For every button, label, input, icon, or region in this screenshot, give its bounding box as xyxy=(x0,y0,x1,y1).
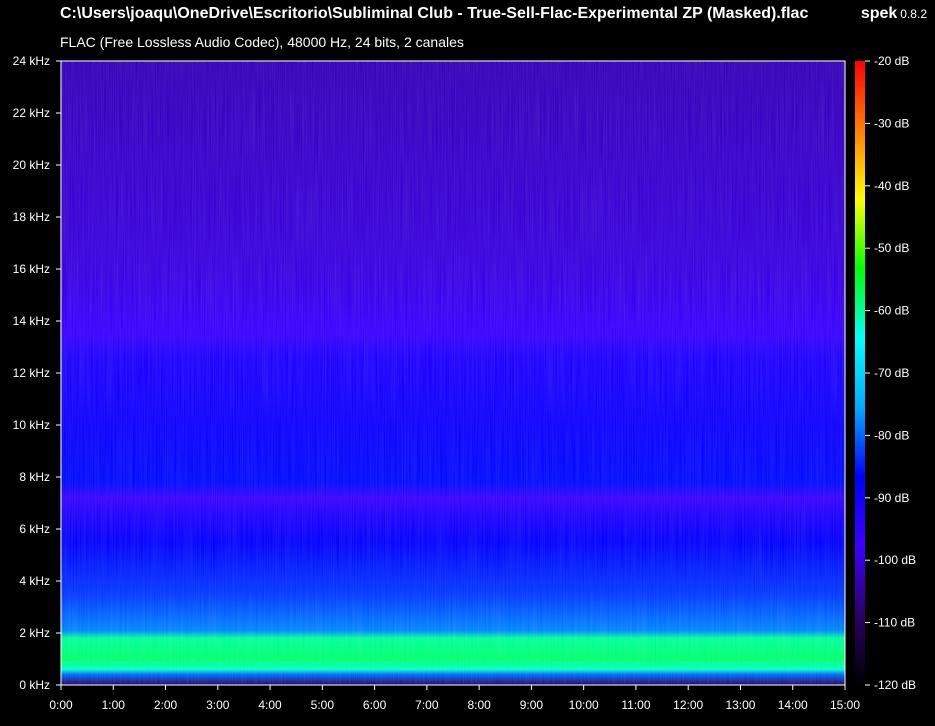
spectrogram-chart: 0 kHz 2 kHz 4 kHz 6 kHz 8 kHz 10 kHz 12 kHz 14 … xyxy=(13,54,916,712)
x-tick-label: 8:00 xyxy=(467,698,491,712)
x-tick-label: 13:00 xyxy=(725,698,755,712)
x-tick-label: 5:00 xyxy=(311,698,335,712)
y-tick-label: 24 kHz xyxy=(13,54,50,68)
x-tick-label: 14:00 xyxy=(778,698,808,712)
y-tick-label: 22 kHz xyxy=(13,106,50,120)
x-tick-label: 6:00 xyxy=(363,698,387,712)
x-tick-label: 12:00 xyxy=(673,698,703,712)
x-tick-label: 3:00 xyxy=(206,698,230,712)
db-tick-label: -80 dB xyxy=(874,428,909,442)
x-tick-label: 7:00 xyxy=(415,698,439,712)
db-tick-label: -60 dB xyxy=(874,304,909,318)
y-tick-label: 20 kHz xyxy=(13,158,50,172)
db-tick-label: -120 dB xyxy=(874,678,916,692)
y-tick-label: 8 kHz xyxy=(19,470,50,484)
db-tick-label: -30 dB xyxy=(874,116,909,130)
x-tick-label: 15:00 xyxy=(830,698,860,712)
y-tick-label: 12 kHz xyxy=(13,366,50,380)
y-tick-label: 10 kHz xyxy=(13,418,50,432)
y-tick-label: 18 kHz xyxy=(13,210,50,224)
db-tick-label: -70 dB xyxy=(874,366,909,380)
y-tick-label: 6 kHz xyxy=(19,522,50,536)
db-tick-label: -40 dB xyxy=(874,179,909,193)
y-tick-label: 4 kHz xyxy=(19,574,50,588)
db-color-scale xyxy=(855,61,865,685)
db-tick-label: -100 dB xyxy=(874,553,916,567)
db-tick-label: -20 dB xyxy=(874,54,909,68)
x-tick-label: 9:00 xyxy=(520,698,544,712)
db-tick-label: -110 dB xyxy=(874,616,915,630)
y-tick-label: 14 kHz xyxy=(13,314,50,328)
y-tick-label: 0 kHz xyxy=(19,678,50,692)
x-tick-label: 4:00 xyxy=(258,698,282,712)
y-tick-label: 2 kHz xyxy=(19,626,50,640)
x-tick-label: 10:00 xyxy=(569,698,599,712)
x-tick-label: 0:00 xyxy=(49,698,73,712)
x-tick-label: 2:00 xyxy=(154,698,178,712)
y-tick-label: 16 kHz xyxy=(13,262,50,276)
db-tick-label: -50 dB xyxy=(874,241,909,255)
x-tick-label: 11:00 xyxy=(621,698,650,712)
x-tick-label: 1:00 xyxy=(102,698,126,712)
db-tick-label: -90 dB xyxy=(874,491,909,505)
spectrogram-texture xyxy=(61,61,845,685)
